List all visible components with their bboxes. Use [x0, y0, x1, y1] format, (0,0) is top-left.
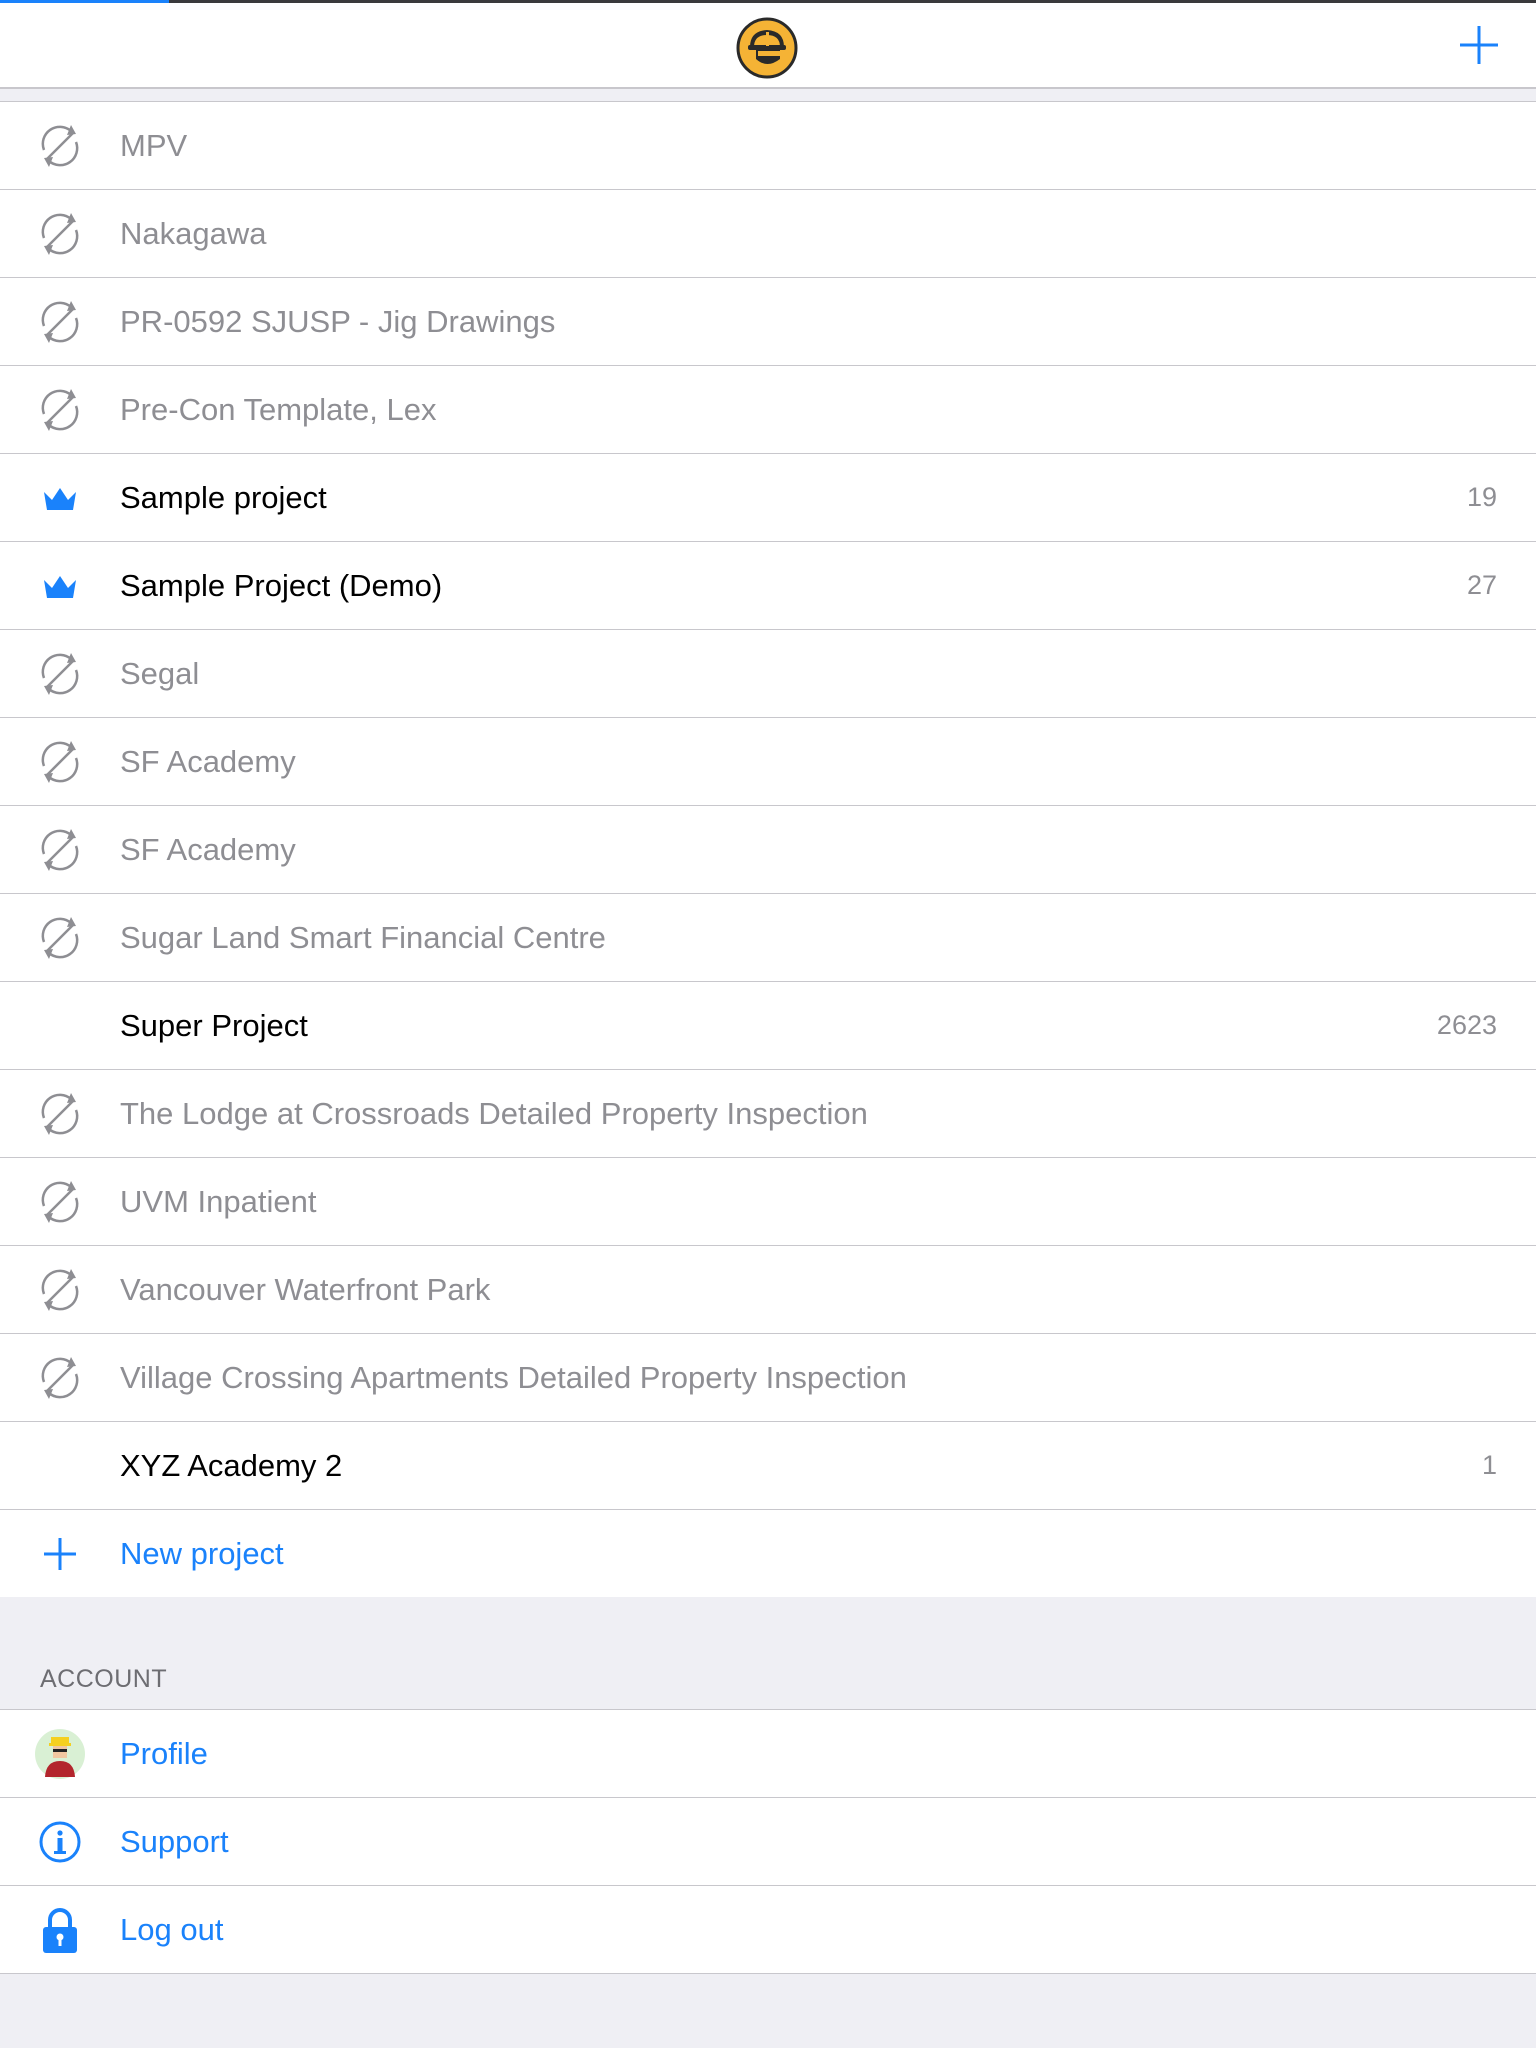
sync-disabled-icon [34, 828, 86, 872]
list-item-label: Vancouver Waterfront Park [120, 1271, 491, 1307]
plus-icon[interactable] [1457, 23, 1501, 67]
sync-disabled-icon [34, 388, 86, 432]
list-item[interactable]: UVM Inpatient [0, 1158, 1536, 1246]
list-item-label: Support [120, 1823, 229, 1859]
profile-item[interactable]: Profile [0, 1710, 1536, 1798]
log-out-item[interactable]: Log out [0, 1886, 1536, 1974]
sync-disabled-icon [34, 1268, 86, 1312]
plus-icon [34, 1532, 86, 1576]
list-item-label: The Lodge at Crossroads Detailed Propert… [120, 1095, 868, 1131]
list-item-label: Village Crossing Apartments Detailed Pro… [120, 1359, 907, 1395]
sync-disabled-icon [34, 1180, 86, 1224]
list-item-label: Sample project [120, 479, 327, 515]
avatar-icon [34, 1729, 86, 1779]
lock-icon [34, 1908, 86, 1953]
list-item[interactable]: Sample Project (Demo) 27 [0, 542, 1536, 630]
list-item-label: UVM Inpatient [120, 1183, 317, 1219]
list-item[interactable]: Vancouver Waterfront Park [0, 1246, 1536, 1334]
list-item[interactable]: Super Project 2623 [0, 982, 1536, 1070]
list-item-label: Segal [120, 655, 200, 691]
list-item[interactable]: PR-0592 SJUSP - Jig Drawings [0, 278, 1536, 366]
support-item[interactable]: Support [0, 1798, 1536, 1886]
list-item-label: XYZ Academy 2 [120, 1447, 343, 1483]
list-item-label: SF Academy [120, 743, 296, 779]
list-item[interactable]: Nakagawa [0, 190, 1536, 278]
item-count-badge: 19 [1466, 482, 1497, 512]
sync-disabled-icon [34, 300, 86, 344]
list-item[interactable]: SF Academy [0, 718, 1536, 806]
list-item-label: Pre-Con Template, Lex [120, 391, 437, 427]
new-project-button[interactable]: New project [0, 1510, 1536, 1598]
list-item[interactable]: Segal [0, 630, 1536, 718]
crown-icon [34, 564, 86, 608]
sync-disabled-icon [34, 652, 86, 696]
item-count-badge: 27 [1466, 570, 1497, 600]
list-item-label: Profile [120, 1735, 208, 1771]
list-item-label: MPV [120, 127, 188, 163]
item-count-badge: 2623 [1436, 1010, 1497, 1040]
list-item-label: Sugar Land Smart Financial Centre [120, 919, 606, 955]
list-item[interactable]: Village Crossing Apartments Detailed Pro… [0, 1334, 1536, 1422]
list-item-label: PR-0592 SJUSP - Jig Drawings [120, 303, 556, 339]
list-item-label: Sample Project (Demo) [120, 567, 443, 603]
info-icon [34, 1820, 86, 1864]
sync-disabled-icon [34, 1092, 86, 1136]
list-item-label: Log out [120, 1911, 224, 1947]
project-list: MPV Nakagawa PR-0592 SJUSP - Jig Drawings P… [0, 101, 1536, 1598]
sync-disabled-icon [34, 916, 86, 960]
account-section-header: ACCOUNT [40, 1665, 168, 1693]
list-item-label: New project [120, 1535, 284, 1571]
empty-icon-slot [34, 1444, 86, 1488]
crown-icon [34, 476, 86, 520]
hardhat-worker-logo-icon[interactable] [736, 17, 798, 79]
list-item[interactable]: Pre-Con Template, Lex [0, 366, 1536, 454]
empty-icon-slot [34, 1004, 86, 1048]
sync-disabled-icon [34, 212, 86, 256]
list-item[interactable]: MPV [0, 102, 1536, 190]
list-item[interactable]: SF Academy [0, 806, 1536, 894]
list-item-label: SF Academy [120, 831, 296, 867]
list-item-label: Nakagawa [120, 215, 267, 251]
sync-disabled-icon [34, 740, 86, 784]
list-item-label: Super Project [120, 1007, 308, 1043]
list-item[interactable]: Sugar Land Smart Financial Centre [0, 894, 1536, 982]
sync-disabled-icon [34, 1356, 86, 1400]
list-item[interactable]: Sample project 19 [0, 454, 1536, 542]
account-list: Profile Support Log out [0, 1709, 1536, 1974]
section-gap [0, 1597, 1536, 1709]
list-item[interactable]: XYZ Academy 2 1 [0, 1422, 1536, 1510]
item-count-badge: 1 [1481, 1450, 1497, 1480]
list-item[interactable]: The Lodge at Crossroads Detailed Propert… [0, 1070, 1536, 1158]
sync-disabled-icon [34, 124, 86, 168]
navigation-bar [0, 3, 1536, 89]
